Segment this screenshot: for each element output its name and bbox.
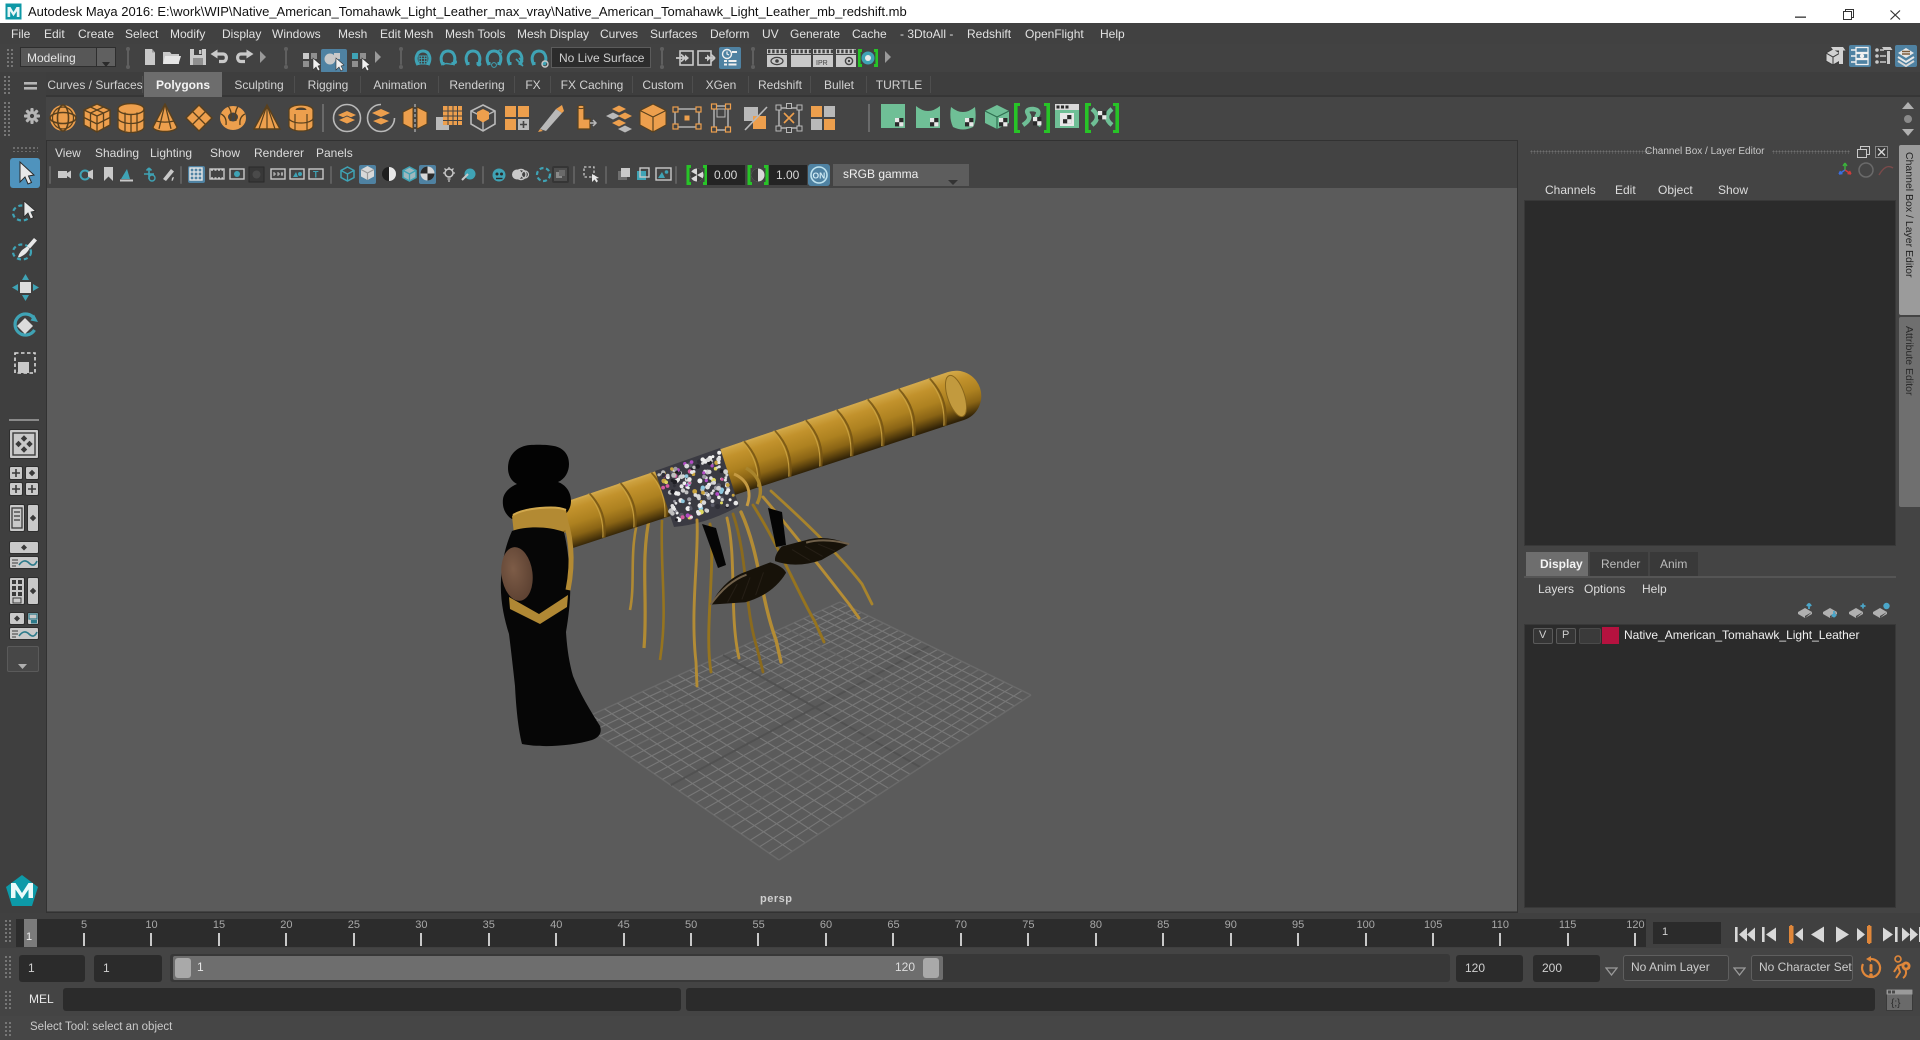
svg-text:ON: ON [813,171,826,181]
svg-text:IPR: IPR [816,60,828,67]
svg-text:T: T [313,170,319,180]
svg-text:{;}: {;} [1891,998,1901,1009]
